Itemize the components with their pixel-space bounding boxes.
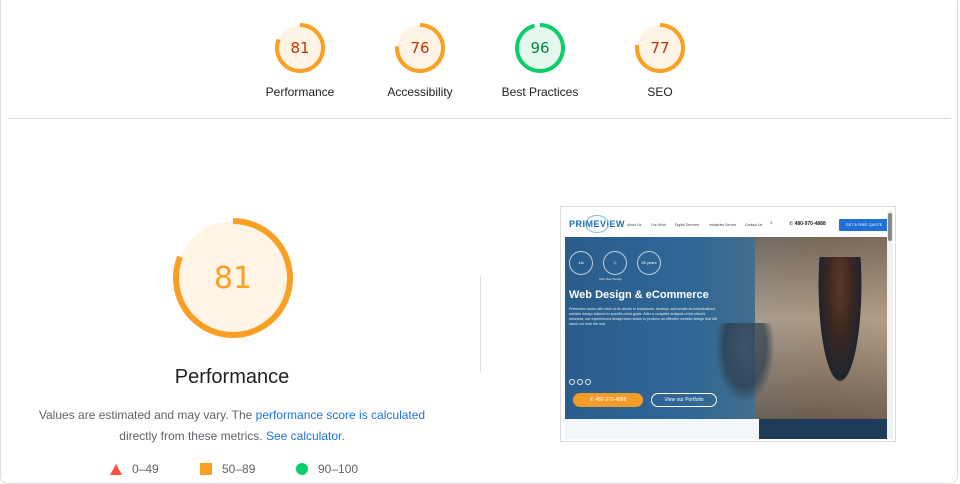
performance-description: Values are estimated and may vary. The p… (20, 405, 444, 447)
performance-score-link[interactable]: performance score is calculated (256, 408, 425, 422)
performance-gauge-icon: 81 (275, 23, 325, 73)
section-separator (480, 276, 481, 372)
category-label: Best Practices (501, 85, 579, 99)
see-calculator-link[interactable]: See calculator (266, 429, 341, 443)
legend-pass: 90–100 (296, 462, 358, 476)
legend-range: 90–100 (318, 462, 359, 476)
site-below-fold (565, 419, 887, 439)
site-hero-text: Primeview works with each of its clients… (569, 307, 717, 326)
site-phone: ✆ 480-970-4888 (789, 221, 826, 227)
site-hero: 1st ◇ 25 years Web Best Design Web Desig… (565, 237, 887, 419)
final-screenshot[interactable]: PRIMEVIEW About Us Our Work Digital Serv… (560, 206, 896, 442)
orange-square-icon (200, 463, 212, 475)
site-slider-dots (569, 379, 591, 385)
category-accessibility[interactable]: 76 Accessibility (360, 22, 480, 99)
site-search-icon: ⌕ (770, 220, 773, 226)
legend-range: 0–49 (132, 462, 159, 476)
site-badge: 25 years (637, 251, 661, 275)
site-hero-title: Web Design & eCommerce (569, 289, 709, 301)
red-triangle-icon (110, 463, 122, 475)
site-badge: 1st (569, 251, 593, 275)
site-badge-caption: Web Best Design (599, 277, 623, 281)
site-phone-button-text: 480-970-4888 (595, 397, 627, 403)
site-cta-button: GET A FREE QUOTE (839, 219, 889, 231)
category-seo[interactable]: 77 SEO (600, 22, 720, 99)
category-label: Performance (265, 85, 335, 99)
site-nav-link: Digital Services (675, 223, 700, 227)
header-divider (8, 118, 951, 119)
performance-score-gauge-icon: 81 (173, 218, 293, 338)
site-badges: 1st ◇ 25 years (569, 251, 661, 275)
site-scrollbar (887, 211, 893, 439)
category-gauges: 81 Performance 76 Accessibility 96 Best … (0, 22, 960, 112)
category-score: 77 (650, 39, 669, 57)
category-label: SEO (647, 85, 673, 99)
site-nav-link: Industries Served (709, 223, 737, 227)
legend-average: 50–89 (200, 462, 255, 476)
performance-title: Performance (174, 366, 290, 388)
site-nav-link: About Us (627, 223, 642, 227)
category-score: 96 (530, 39, 549, 57)
seo-gauge-icon: 77 (635, 23, 685, 73)
description-prefix: Values are estimated and may vary. The (38, 408, 256, 422)
legend-range: 50–89 (222, 462, 256, 476)
accessibility-gauge-icon: 76 (395, 23, 445, 73)
category-score: 76 (410, 39, 429, 57)
legend-fail: 0–49 (110, 462, 159, 476)
site-phone-button: ✆ 480-970-4888 (573, 393, 643, 407)
site-portfolio-button: View our Portfolio (651, 393, 717, 407)
description-end: . (341, 429, 345, 443)
score-legend: 0–49 50–89 90–100 (0, 462, 480, 480)
diamond-badge-icon: ◇ (603, 251, 627, 275)
description-mid: directly from these metrics. (119, 429, 263, 443)
category-score: 81 (290, 39, 309, 57)
best-practices-gauge-icon: 96 (515, 23, 565, 73)
category-performance[interactable]: 81 Performance (240, 22, 360, 99)
site-nav-link: Contact Us (745, 223, 763, 227)
site-logo: PRIMEVIEW (569, 215, 625, 233)
site-phone-text: 480-970-4888 (794, 221, 826, 227)
performance-score: 81 (214, 261, 252, 296)
category-label: Accessibility (387, 85, 453, 99)
site-nav-link: Our Work (651, 223, 666, 227)
green-circle-icon (296, 463, 308, 475)
category-best-practices[interactable]: 96 Best Practices (480, 22, 600, 99)
